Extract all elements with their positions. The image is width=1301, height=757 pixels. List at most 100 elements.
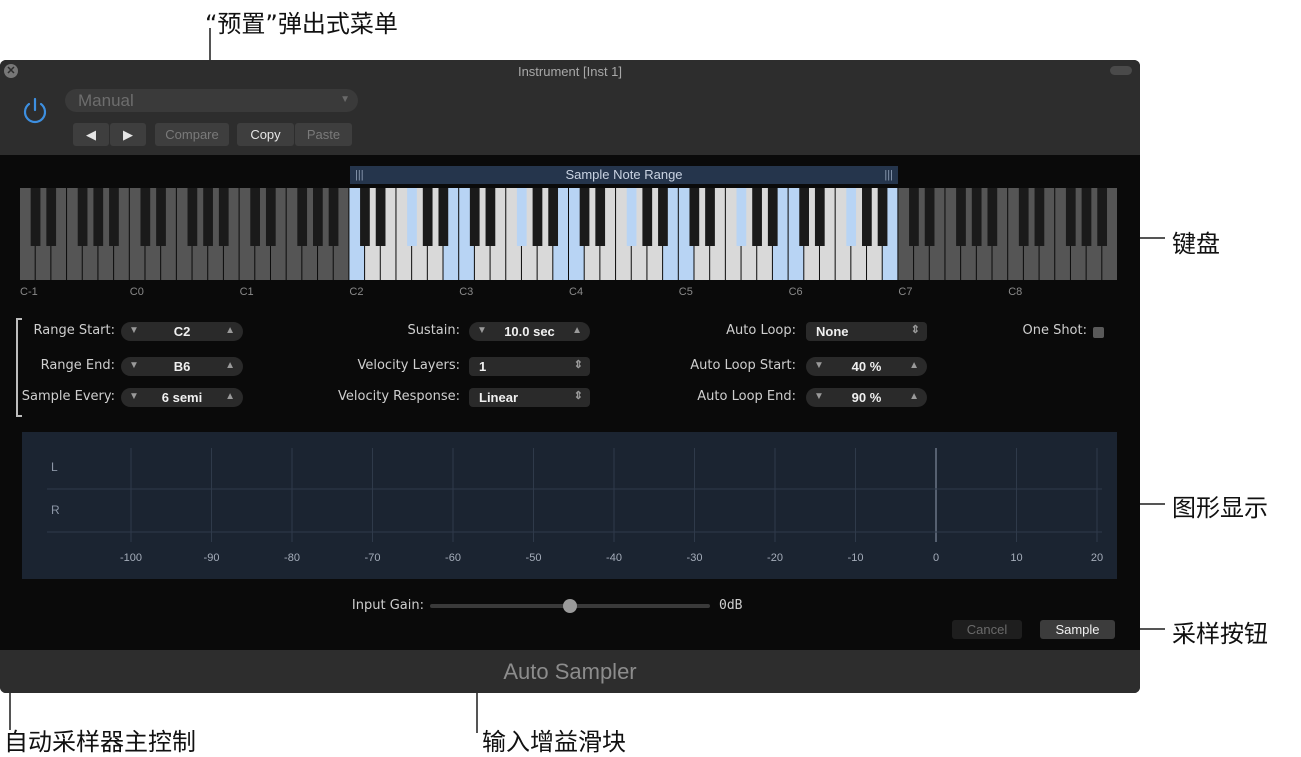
black-key[interactable] <box>956 188 966 246</box>
black-key[interactable] <box>265 188 276 246</box>
window-resize-button[interactable] <box>1110 66 1132 75</box>
sustain-stepper[interactable]: ▼ 10.0 sec ▲ <box>469 322 590 341</box>
black-key[interactable] <box>579 188 590 246</box>
black-key[interactable] <box>438 188 449 246</box>
black-key[interactable] <box>736 188 747 246</box>
compare-button[interactable]: Compare <box>155 123 229 146</box>
black-key[interactable] <box>516 188 527 246</box>
black-key[interactable] <box>297 188 308 246</box>
octave-label: C0 <box>129 286 144 298</box>
input-gain-slider[interactable] <box>430 599 710 613</box>
previous-preset-button[interactable]: ◀ <box>73 123 109 146</box>
auto-loop-end-stepper[interactable]: ▼ 90 % ▲ <box>806 388 927 407</box>
increment-icon[interactable]: ▲ <box>909 360 919 371</box>
cancel-button[interactable]: Cancel <box>952 620 1022 639</box>
black-key[interactable] <box>46 188 57 246</box>
black-key[interactable] <box>799 188 809 246</box>
sample-button[interactable]: Sample <box>1040 620 1115 639</box>
black-key[interactable] <box>1065 188 1076 246</box>
velocity-layers-menu[interactable]: 1 ⇕ <box>469 357 590 376</box>
black-key[interactable] <box>705 188 715 246</box>
black-key[interactable] <box>328 188 339 246</box>
power-icon[interactable] <box>20 96 50 126</box>
black-key[interactable] <box>313 188 323 246</box>
black-key[interactable] <box>156 188 166 246</box>
range-start-handle[interactable]: ||| <box>355 166 364 184</box>
updown-arrows-icon: ⇕ <box>573 359 583 371</box>
black-key[interactable] <box>469 188 480 246</box>
velocity-response-menu[interactable]: Linear ⇕ <box>469 388 590 407</box>
black-key[interactable] <box>971 188 982 246</box>
black-key[interactable] <box>375 188 386 246</box>
range-end-stepper[interactable]: ▼ B6 ▲ <box>121 357 243 376</box>
increment-icon[interactable]: ▲ <box>225 391 235 402</box>
velocity-layers-label: Velocity Layers: <box>357 358 460 373</box>
range-start-label: Range Start: <box>33 323 115 338</box>
preset-popup-menu[interactable]: Manual ▼ <box>65 89 358 112</box>
chevron-down-icon: ▼ <box>340 94 350 105</box>
auto-loop-start-label: Auto Loop Start: <box>690 358 796 373</box>
black-key[interactable] <box>77 188 88 246</box>
meter-tick-label: -60 <box>445 552 461 564</box>
copy-button[interactable]: Copy <box>237 123 294 146</box>
auto-loop-value: None <box>816 324 849 339</box>
black-key[interactable] <box>909 188 919 246</box>
range-end-handle[interactable]: ||| <box>884 166 893 184</box>
black-key[interactable] <box>407 188 417 246</box>
black-key[interactable] <box>140 188 151 246</box>
one-shot-checkbox[interactable] <box>1093 327 1104 338</box>
black-key[interactable] <box>218 188 229 246</box>
black-key[interactable] <box>109 188 119 246</box>
black-key[interactable] <box>752 188 762 246</box>
sample-note-range-bar[interactable]: ||| Sample Note Range ||| <box>350 166 898 184</box>
black-key[interactable] <box>360 188 370 246</box>
callout-presets-popup: “预置”弹出式菜单 <box>205 10 398 38</box>
auto-sampler-panel: ||| Sample Note Range ||| C-1 C0 C1 C2 C3 C4 C… <box>0 155 1140 650</box>
black-key[interactable] <box>987 188 998 246</box>
range-start-stepper[interactable]: ▼ C2 ▲ <box>121 322 243 341</box>
black-key[interactable] <box>422 188 433 246</box>
increment-icon[interactable]: ▲ <box>909 391 919 402</box>
auto-loop-menu[interactable]: None ⇕ <box>806 322 927 341</box>
black-key[interactable] <box>862 188 872 246</box>
black-key[interactable] <box>1081 188 1092 246</box>
black-key[interactable] <box>532 188 543 246</box>
octave-label: C1 <box>239 286 254 298</box>
black-key[interactable] <box>548 188 559 246</box>
black-key[interactable] <box>689 188 700 246</box>
black-key[interactable] <box>626 188 637 246</box>
increment-icon[interactable]: ▲ <box>225 360 235 371</box>
black-key[interactable] <box>767 188 778 246</box>
sample-every-stepper[interactable]: ▼ 6 semi ▲ <box>121 388 243 407</box>
increment-icon[interactable]: ▲ <box>225 325 235 336</box>
keyboard[interactable] <box>20 188 1118 280</box>
black-key[interactable] <box>485 188 496 246</box>
black-key[interactable] <box>250 188 260 246</box>
black-key[interactable] <box>1097 188 1108 246</box>
octave-label: C7 <box>898 286 913 298</box>
black-key[interactable] <box>1034 188 1045 246</box>
next-preset-button[interactable]: ▶ <box>110 123 146 146</box>
black-key[interactable] <box>30 188 41 246</box>
black-key[interactable] <box>595 188 606 246</box>
black-key[interactable] <box>924 188 935 246</box>
preset-value: Manual <box>78 91 134 110</box>
black-key[interactable] <box>203 188 213 246</box>
input-gain-slider-knob[interactable] <box>563 599 577 613</box>
black-key[interactable] <box>814 188 825 246</box>
black-key[interactable] <box>93 188 104 246</box>
black-key[interactable] <box>642 188 653 246</box>
black-key[interactable] <box>187 188 198 246</box>
black-key[interactable] <box>846 188 857 246</box>
meter-tick-label: -30 <box>686 552 703 564</box>
velocity-response-label: Velocity Response: <box>338 389 460 404</box>
black-key[interactable] <box>1018 188 1029 246</box>
increment-icon[interactable]: ▲ <box>572 325 582 336</box>
paste-button[interactable]: Paste <box>295 123 352 146</box>
sample-note-range-label: Sample Note Range <box>565 167 683 182</box>
callout-main-controls: 自动采样器主控制 <box>4 728 196 756</box>
black-key[interactable] <box>658 188 668 246</box>
meter-tick-label: -50 <box>525 552 542 564</box>
black-key[interactable] <box>877 188 888 246</box>
auto-loop-start-stepper[interactable]: ▼ 40 % ▲ <box>806 357 927 376</box>
